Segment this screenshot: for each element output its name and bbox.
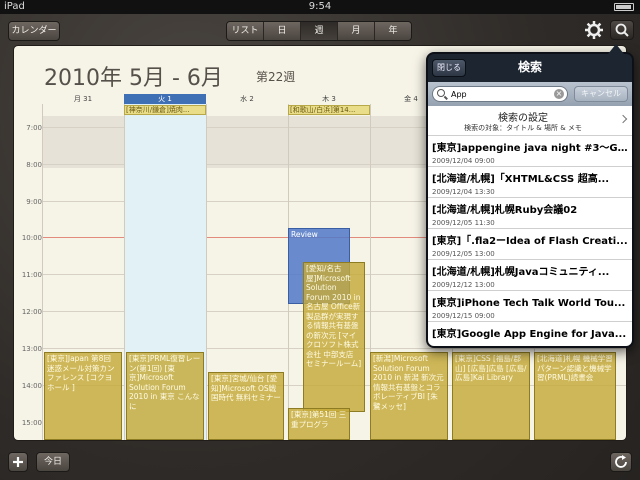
hour-label: 9:00 bbox=[26, 198, 42, 206]
search-field[interactable]: × bbox=[432, 86, 568, 102]
result-date: 2009/12/04 13:30 bbox=[432, 188, 495, 196]
event-item[interactable]: [東京]Japan 第8回 迷惑メール対策カンファレンス [コクヨホール ] bbox=[44, 352, 122, 440]
day-header-thu[interactable]: 木 3 bbox=[288, 94, 370, 104]
calendar-button[interactable]: カレンダー bbox=[8, 21, 60, 41]
cancel-button[interactable]: キャンセル bbox=[574, 86, 628, 102]
result-title: [北海道/札幌]札幌Ruby会議02 bbox=[432, 205, 578, 216]
hour-label: 8:00 bbox=[26, 161, 42, 169]
result-date: 2009/12/05 13:00 bbox=[432, 250, 495, 258]
plus-icon bbox=[13, 457, 23, 467]
hour-label: 10:00 bbox=[21, 234, 42, 242]
page-title: 2010年 5月 - 6月 bbox=[44, 66, 223, 91]
hour-label: 12:00 bbox=[21, 308, 42, 316]
search-input[interactable] bbox=[451, 88, 551, 100]
week-number: 第22週 bbox=[256, 70, 296, 84]
settings-button[interactable] bbox=[584, 20, 604, 40]
result-date: 2009/12/12 13:00 bbox=[432, 281, 495, 289]
search-settings-row[interactable]: 検索の設定 検索の対象：タイトル & 場所 & メモ bbox=[428, 106, 632, 136]
search-icon bbox=[615, 23, 629, 37]
today-button[interactable]: 今日 bbox=[36, 452, 70, 472]
hour-label: 15:00 bbox=[21, 419, 42, 427]
event-item[interactable]: [新潟]Microsoft Solution Forum 2010 in 新潟 … bbox=[370, 352, 448, 440]
status-bar: iPad 9:54 bbox=[0, 0, 640, 14]
battery-icon bbox=[614, 3, 634, 11]
result-title: [北海道/札幌]「XHTML&CSS 超高... bbox=[432, 174, 610, 185]
search-result-item[interactable]: [北海道/札幌]「XHTML&CSS 超高... 2009/12/04 13:3… bbox=[428, 167, 632, 198]
chevron-right-icon bbox=[618, 114, 628, 124]
result-title: [東京]appengine java night #3〜G... bbox=[432, 143, 628, 154]
search-result-item[interactable]: [東京]appengine java night #3〜G... 2009/12… bbox=[428, 136, 632, 167]
search-result-item[interactable]: [東京]「.fla2ーIdea of Flash Creati... 2009/… bbox=[428, 229, 632, 260]
day-header-tue[interactable]: 火 1 bbox=[124, 94, 206, 104]
search-button[interactable] bbox=[610, 20, 634, 40]
search-popover: 検索 閉じる × キャンセル 検索の設定 検索の対象：タイトル & 場所 & メ… bbox=[426, 44, 634, 348]
result-date: 2009/12/15 09:00 bbox=[432, 312, 495, 320]
close-button[interactable]: 閉じる bbox=[432, 59, 466, 77]
event-item[interactable]: [東京]第51回 三重プログラ bbox=[288, 408, 350, 440]
view-tab-list[interactable]: リスト bbox=[227, 22, 264, 40]
search-result-item[interactable]: [北海道/札幌]札幌Javaコミュニティ... 2009/12/12 13:00 bbox=[428, 260, 632, 291]
search-results: 検索の設定 検索の対象：タイトル & 場所 & メモ [東京]appengine… bbox=[428, 106, 632, 346]
search-settings-title: 検索の設定 bbox=[498, 113, 548, 124]
event-item[interactable]: [東京]CSS [福島/郡山] [広島]広島 [広島/広島]Kai Librar… bbox=[452, 352, 530, 440]
day-header-wed[interactable]: 水 2 bbox=[206, 94, 288, 104]
search-result-item[interactable]: [北海道/札幌]札幌Ruby会議02 2009/12/05 11:30 bbox=[428, 198, 632, 229]
search-bar: × キャンセル bbox=[428, 82, 632, 106]
hour-label: 13:00 bbox=[21, 345, 42, 353]
view-tab-day[interactable]: 日 bbox=[264, 22, 301, 40]
event-item[interactable]: [北海道]札幌 機械学習 パターン認識と機械学習(PRML)読書会 bbox=[534, 352, 616, 440]
status-clock: 9:54 bbox=[308, 1, 332, 12]
event-item[interactable]: [東京]PRML復習レーン(第1回) [東京]Microsoft Solutio… bbox=[126, 352, 204, 440]
clear-icon[interactable]: × bbox=[554, 89, 564, 99]
event-ms-nagoya[interactable]: [愛知/名古屋]Microsoft Solution Forum 2010 in… bbox=[303, 262, 365, 412]
hours-column: 7:00 8:00 9:00 10:00 11:00 12:00 13:00 1… bbox=[14, 94, 42, 440]
hour-label: 11:00 bbox=[21, 271, 42, 279]
allday-event[interactable]: [神奈川/鎌倉]焼肉... bbox=[124, 105, 206, 115]
view-tab-month[interactable]: 月 bbox=[338, 22, 375, 40]
view-tab-week[interactable]: 週 bbox=[301, 22, 338, 40]
search-result-item[interactable]: [東京]iPhone Tech Talk World Tou... 2009/1… bbox=[428, 291, 632, 322]
add-event-button[interactable] bbox=[8, 452, 28, 472]
refresh-button[interactable] bbox=[610, 452, 632, 472]
day-header-mon[interactable]: 月 31 bbox=[42, 94, 124, 104]
search-result-item[interactable]: [東京]Google App Engine for Java... bbox=[428, 322, 632, 346]
result-date: 2009/12/05 11:30 bbox=[432, 219, 495, 227]
allday-event[interactable]: [和歌山/白浜]第14... bbox=[288, 105, 370, 115]
search-icon bbox=[437, 89, 445, 97]
view-segmented-control: リスト 日 週 月 年 bbox=[226, 21, 412, 41]
result-title: [東京]「.fla2ーIdea of Flash Creati... bbox=[432, 236, 628, 247]
hour-label: 7:00 bbox=[26, 124, 42, 132]
event-item[interactable]: [東京]宮城/仙台 [愛知]Microsoft OS戦国時代 無料セミナー bbox=[208, 372, 284, 440]
result-title: [北海道/札幌]札幌Javaコミュニティ... bbox=[432, 267, 610, 278]
hour-label: 14:00 bbox=[21, 382, 42, 390]
result-title: [東京]Google App Engine for Java... bbox=[432, 329, 627, 340]
result-date: 2009/12/04 09:00 bbox=[432, 157, 495, 165]
view-tab-year[interactable]: 年 bbox=[375, 22, 411, 40]
popover-header: 検索 閉じる bbox=[428, 54, 632, 82]
refresh-icon bbox=[615, 455, 627, 468]
gear-icon bbox=[585, 21, 603, 39]
search-settings-scope: 検索の対象：タイトル & 場所 & メモ bbox=[464, 124, 582, 132]
result-title: [東京]iPhone Tech Talk World Tou... bbox=[432, 298, 626, 309]
